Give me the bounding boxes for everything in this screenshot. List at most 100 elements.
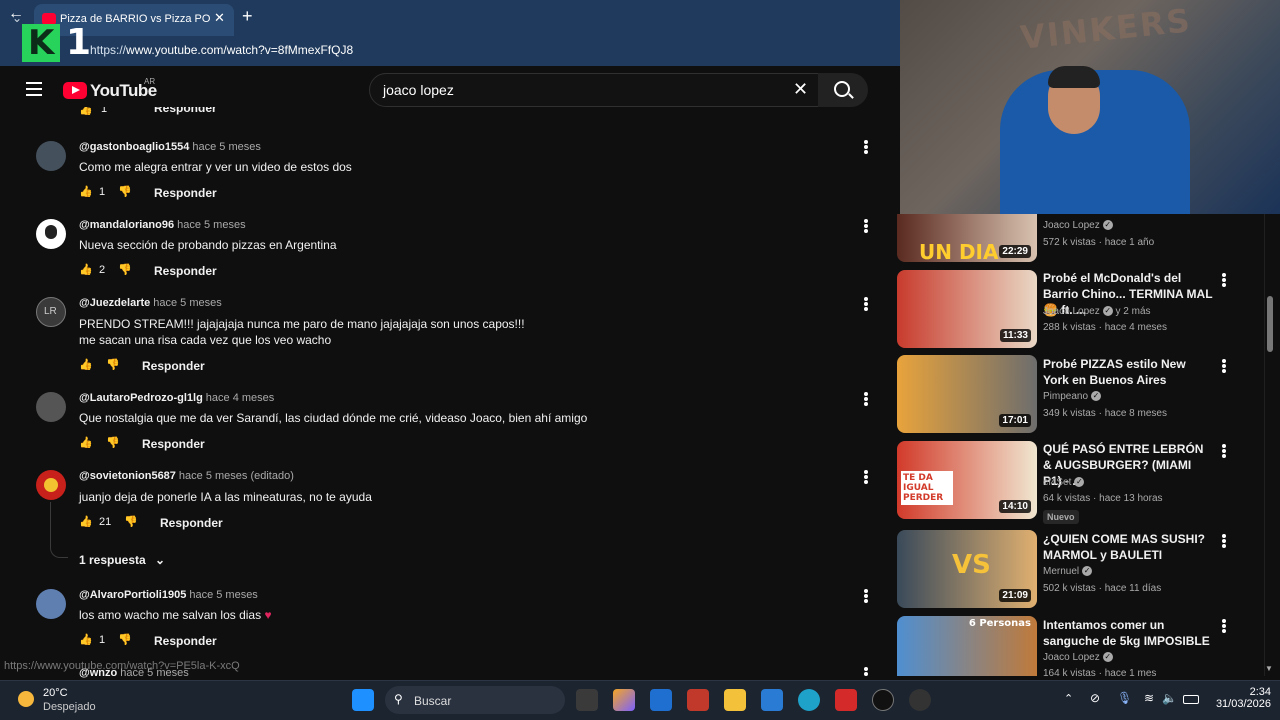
microphone-icon[interactable]: 🎙 [1117, 691, 1132, 705]
channel-name[interactable]: Pimpeano ✓ [1043, 391, 1102, 402]
channel-name-text[interactable]: Mernuel [1043, 566, 1079, 577]
weather-desc[interactable]: Despejado [43, 701, 96, 713]
battery-icon[interactable] [1183, 695, 1199, 704]
weather-sun-icon[interactable] [18, 691, 34, 707]
video-more-icon[interactable] [1222, 444, 1226, 458]
url-field[interactable]: https://www.youtube.com/watch?v=8fMmexFf… [90, 43, 353, 57]
thumb-up-icon[interactable]: 👍 [79, 185, 93, 198]
comment-author[interactable]: @AlvaroPortioli1905 hace 5 meses [79, 589, 258, 601]
video-thumbnail[interactable]: VS 21:09 [897, 530, 1037, 608]
thumb-down-icon[interactable]: 👎 [118, 263, 132, 276]
weather-temp[interactable]: 20°C [43, 687, 68, 699]
volume-icon[interactable]: 🔈 [1162, 691, 1177, 705]
thumb-down-icon[interactable]: 👎 [124, 515, 138, 528]
comment-author[interactable]: @Juezdelarte hace 5 meses [79, 297, 222, 309]
author-handle[interactable]: @AlvaroPortioli1905 [79, 589, 186, 601]
channel-name-text[interactable]: el4Set [1043, 477, 1071, 488]
file-explorer-icon[interactable] [724, 689, 746, 711]
chevron-down-icon[interactable]: ⌄ [155, 553, 165, 567]
reply-button[interactable]: Responder [142, 359, 205, 373]
thumb-up-icon[interactable]: 👍 [79, 436, 93, 449]
video-title[interactable]: Intentamos comer un sanguche de 5kg IMPO… [1043, 617, 1213, 649]
wifi-icon[interactable]: ≋ [1144, 691, 1154, 705]
clock-time[interactable]: 2:34 [1215, 686, 1271, 698]
comment-time[interactable]: hace 5 meses [153, 297, 221, 309]
thumb-down-icon[interactable]: 👎 [106, 436, 120, 449]
mcafee-icon[interactable] [687, 689, 709, 711]
media-player-icon[interactable] [872, 689, 894, 711]
comment-time[interactable]: hace 5 meses (editado) [179, 470, 294, 482]
video-thumbnail[interactable]: 17:01 [897, 355, 1037, 433]
video-title[interactable]: ¿QUIEN COME MAS SUSHI? MARMOL y BAULETI [1043, 531, 1213, 563]
network-off-icon[interactable]: ⊘ [1090, 691, 1100, 705]
comment-author[interactable]: @LautaroPedrozo-gl1lg hace 4 meses [79, 392, 274, 404]
comment-more-icon[interactable] [864, 140, 868, 154]
channel-name[interactable]: Mernuel ✓ [1043, 566, 1093, 577]
author-handle[interactable]: @gastonboaglio1554 [79, 141, 189, 153]
video-thumbnail[interactable]: 11:33 [897, 270, 1037, 348]
back-arrow-icon[interactable]: ← [8, 5, 24, 23]
video-more-icon[interactable] [1222, 534, 1226, 548]
video-thumbnail[interactable]: TE DA IGUAL PERDER 14:10 [897, 441, 1037, 519]
thumb-down-icon[interactable]: 👎 [106, 358, 120, 371]
comment-time[interactable]: hace 5 meses [177, 219, 245, 231]
avatar[interactable] [36, 470, 66, 500]
comment-more-icon[interactable] [864, 297, 868, 311]
taskbar-search[interactable] [385, 686, 565, 714]
comment-author[interactable]: @mandaloriano96 hace 5 meses [79, 219, 246, 231]
clock-date[interactable]: 31/03/2026 [1215, 698, 1271, 710]
thumb-down-icon[interactable]: 👎 [118, 185, 132, 198]
channel-name[interactable]: Joaco Lopez ✓ y 2 más [1043, 306, 1151, 317]
thumb-up-icon[interactable]: 👍 [79, 263, 93, 276]
author-handle[interactable]: @Juezdelarte [79, 297, 150, 309]
channel-name[interactable]: Joaco Lopez ✓ [1043, 220, 1113, 231]
avatar[interactable]: LR [36, 297, 66, 327]
chevron-up-icon[interactable]: ⌃ [1064, 692, 1073, 705]
author-handle[interactable]: @sovietonion5687 [79, 470, 176, 482]
channel-name-text[interactable]: Pimpeano [1043, 391, 1088, 402]
comment-more-icon[interactable] [864, 470, 868, 484]
comment-more-icon[interactable] [864, 667, 868, 677]
scroll-down-arrow-icon[interactable]: ▼ [1265, 664, 1273, 673]
author-handle[interactable]: @LautaroPedrozo-gl1lg [79, 392, 203, 404]
author-handle[interactable]: @mandaloriano96 [79, 219, 174, 231]
channel-name-text[interactable]: Joaco Lopez [1043, 220, 1100, 231]
reply-button[interactable]: Responder [154, 186, 217, 200]
app-l-icon[interactable] [835, 689, 857, 711]
video-thumbnail[interactable]: 6 Personas [897, 616, 1037, 676]
comment-time[interactable]: hace 5 meses [192, 141, 260, 153]
store-icon[interactable] [650, 689, 672, 711]
video-thumbnail[interactable]: UN DIA 22:29 [897, 214, 1037, 262]
avatar[interactable] [36, 589, 66, 619]
taskbar-clock[interactable]: 2:34 31/03/2026 [1215, 686, 1271, 710]
comment-author[interactable]: @sovietonion5687 hace 5 meses (editado) [79, 470, 294, 482]
video-title[interactable]: Probé PIZZAS estilo New York en Buenos A… [1043, 356, 1213, 388]
thumb-up-icon[interactable]: 👍 [79, 358, 93, 371]
comment-time[interactable]: hace 4 meses [206, 392, 274, 404]
thumb-up-icon[interactable]: 👍 [79, 515, 93, 528]
channel-name-text[interactable]: Joaco Lopez [1043, 652, 1100, 663]
channel-name[interactable]: el4Set ✓ [1043, 477, 1085, 488]
comment-more-icon[interactable] [864, 589, 868, 603]
edge-icon[interactable] [798, 689, 820, 711]
hamburger-menu-icon[interactable] [26, 82, 42, 96]
task-view-icon[interactable] [576, 689, 598, 711]
channel-name[interactable]: Joaco Lopez ✓ [1043, 652, 1113, 663]
replies-label[interactable]: 1 respuesta [79, 553, 146, 567]
outlook-icon[interactable] [761, 689, 783, 711]
replies-toggle[interactable]: 1 respuesta ⌄ [79, 553, 165, 567]
scrollbar-thumb[interactable] [1267, 296, 1273, 352]
obs-icon[interactable] [909, 689, 931, 711]
windows-start-icon[interactable] [352, 689, 374, 711]
clear-search-icon[interactable]: ✕ [793, 79, 808, 100]
search-button[interactable] [818, 73, 868, 107]
channel-name-text[interactable]: Joaco Lopez [1043, 306, 1100, 317]
taskbar-search-placeholder[interactable]: Buscar [414, 694, 451, 708]
close-tab-icon[interactable]: ✕ [214, 10, 225, 26]
reply-button[interactable]: Responder [154, 264, 217, 278]
thumb-up-icon[interactable]: 👍 [79, 633, 93, 646]
new-tab-button[interactable]: + [242, 6, 253, 27]
video-more-icon[interactable] [1222, 619, 1226, 633]
reply-button[interactable]: Responder [154, 107, 217, 115]
reply-button[interactable]: Responder [160, 516, 223, 530]
